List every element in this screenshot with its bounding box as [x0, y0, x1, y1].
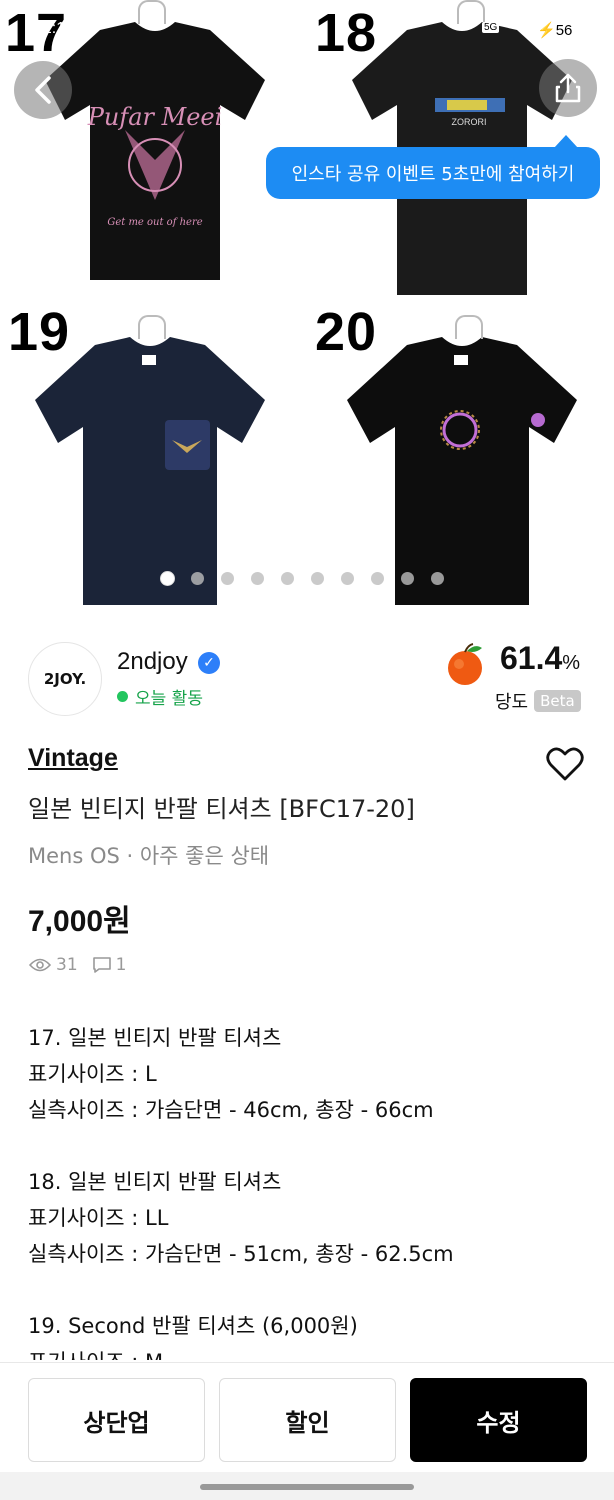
item-number-19: 19: [8, 302, 71, 362]
category-link[interactable]: Vintage: [28, 744, 118, 773]
product-description: 17. 일본 빈티지 반팔 티셔츠표기사이즈 : L 실측사이즈 : 가슴단면 -…: [28, 1020, 588, 1360]
seller-name[interactable]: 2ndjoy: [117, 648, 188, 676]
carousel-dot[interactable]: [341, 572, 354, 585]
description-line: 19. Second 반팔 티셔츠 (6,000원): [28, 1314, 358, 1338]
tshirt-19-image: [35, 337, 265, 605]
description-line: [28, 1272, 588, 1308]
item-number-18: 18: [315, 3, 378, 63]
carousel-dot[interactable]: [401, 572, 414, 585]
battery-level: 56: [555, 22, 573, 39]
apple-icon: [448, 643, 482, 685]
chat-count: 1: [115, 955, 127, 975]
gallery-item-17: Pufar Meei Get me out of here 17: [0, 0, 307, 305]
carousel-dot[interactable]: [251, 572, 264, 585]
carousel-dot[interactable]: [311, 572, 324, 585]
signal-badge: 5G: [482, 22, 500, 33]
description-line: 실측사이즈 : 가슴단면 - 51cm, 총장 - 62.5cm: [28, 1242, 454, 1266]
description-line: [28, 1128, 588, 1164]
product-title: 일본 빈티지 반팔 티셔츠 [BFC17-20]: [28, 795, 415, 823]
verified-check-icon: ✓: [198, 652, 220, 674]
carousel-pagination: [161, 572, 444, 585]
carousel-dot[interactable]: [191, 572, 204, 585]
share-icon: [555, 73, 581, 103]
online-dot-icon: [117, 691, 128, 702]
tshirt-20-image: [347, 337, 577, 605]
carousel-dot[interactable]: [431, 572, 444, 585]
sweetness-label: 당도 Beta: [495, 688, 581, 714]
carousel-dot[interactable]: [371, 572, 384, 585]
discount-button[interactable]: 할인: [219, 1378, 396, 1462]
seller-avatar[interactable]: 2JOY.: [28, 642, 102, 716]
share-button[interactable]: [539, 59, 597, 117]
score-unit: %: [562, 652, 581, 674]
back-button[interactable]: [14, 61, 72, 119]
eye-icon: [28, 958, 52, 972]
activity-label: 오늘 활동: [135, 689, 203, 709]
description-line: 표기사이즈 : M: [28, 1344, 588, 1360]
gallery-item-19: 19: [0, 305, 307, 610]
bump-button[interactable]: 상단업: [28, 1378, 205, 1462]
carousel-dot[interactable]: [221, 572, 234, 585]
svg-text:Pufar Meei: Pufar Meei: [87, 103, 223, 131]
status-time: 12:18: [34, 20, 75, 37]
gallery-item-20: 20: [307, 305, 614, 610]
product-stats: 31 1: [28, 955, 126, 975]
carousel-dot[interactable]: [281, 572, 294, 585]
product-price: 7,000원: [28, 905, 131, 938]
description-line: 표기사이즈 : LL: [28, 1206, 169, 1230]
chat-icon: [92, 957, 111, 973]
heart-icon[interactable]: [545, 744, 585, 784]
description-line: 표기사이즈 : L: [28, 1062, 157, 1086]
share-event-tooltip[interactable]: 인스타 공유 이벤트 5초만에 참여하기: [266, 135, 600, 199]
description-line: 18. 일본 빈티지 반팔 티셔츠: [28, 1170, 282, 1194]
score-label-text: 당도: [495, 692, 529, 713]
product-meta: Mens OS · 아주 좋은 상태: [28, 844, 270, 868]
carousel-dot[interactable]: [161, 572, 174, 585]
svg-text:Get me out of here: Get me out of here: [107, 217, 202, 228]
product-image-gallery[interactable]: Pufar Meei Get me out of here 17 ZORORI …: [0, 0, 614, 610]
home-indicator[interactable]: [200, 1484, 414, 1490]
description-line: 17. 일본 빈티지 반팔 티셔츠: [28, 1026, 282, 1050]
view-count: 31: [56, 955, 78, 975]
tshirt-17-image: Pufar Meei Get me out of here: [45, 22, 265, 280]
avatar-logo-text: 2JOY.: [43, 670, 87, 688]
sweetness-score: 61.4%: [500, 640, 580, 677]
chevron-left-icon: [35, 76, 51, 104]
score-value: 61.4: [500, 640, 563, 676]
beta-badge: Beta: [534, 690, 581, 712]
seller-activity-status: 오늘 활동: [117, 684, 203, 709]
action-bar: 상단업 할인 수정: [0, 1362, 614, 1473]
edit-button[interactable]: 수정: [410, 1378, 587, 1462]
svg-text:ZORORI: ZORORI: [452, 117, 487, 127]
item-number-20: 20: [315, 302, 378, 362]
battery-indicator: ⚡56: [527, 20, 583, 40]
description-line: 실측사이즈 : 가슴단면 - 46cm, 총장 - 66cm: [28, 1098, 434, 1122]
